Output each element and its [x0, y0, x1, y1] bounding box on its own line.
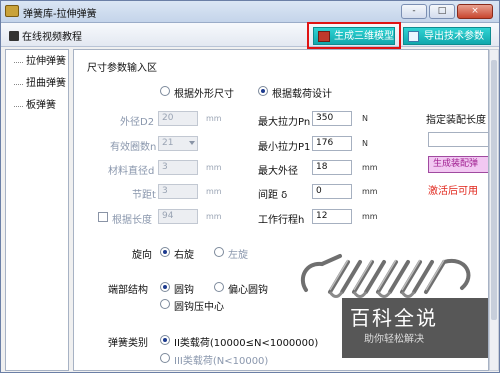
pitch-input[interactable]: 3 [158, 184, 198, 199]
generate-assembly-button[interactable]: 生成装配弹 [428, 156, 488, 173]
mode-shape-label: 根据外形尺寸 [174, 89, 234, 100]
export-icon [408, 31, 419, 42]
video-tutorial-label: 在线视频教程 [22, 32, 82, 43]
class-2-label: II类载荷(10000≤N<1000000) [174, 338, 319, 349]
video-tutorial-link[interactable]: 在线视频教程 [9, 28, 82, 43]
video-icon [9, 31, 19, 41]
rotation-left-radio[interactable] [214, 247, 224, 257]
sidebar-item-torsion-spring[interactable]: 扭曲弹簧 [6, 76, 68, 92]
vertical-scrollbar[interactable] [489, 49, 499, 371]
gap-unit: mm [362, 187, 378, 196]
wire-diameter-input[interactable]: 3 [158, 160, 198, 175]
wire-diameter-unit: mm [206, 163, 222, 172]
close-button[interactable]: × [457, 4, 493, 19]
class-3-label: III类载荷(N<10000) [174, 356, 269, 367]
sidebar-item-label: 扭曲弹簧 [26, 78, 66, 89]
sidebar: 拉伸弹簧 扭曲弹簧 板弹簧 [5, 49, 69, 371]
sidebar-item-label: 拉伸弹簧 [26, 56, 66, 67]
watermark-title: 百科全说 [350, 306, 438, 330]
coils-select[interactable]: 21 [158, 136, 198, 151]
title-bar: 弹簧库-拉伸弹簧 - □ × [1, 1, 499, 23]
stroke-input[interactable]: 12 [312, 209, 352, 224]
max-force-label: 最大拉力Pn [258, 117, 311, 128]
gap-input[interactable]: 0 [312, 184, 352, 199]
assembly-length-input[interactable] [428, 132, 488, 147]
max-force-unit: N [362, 114, 368, 123]
minimize-button[interactable]: - [401, 4, 427, 19]
stroke-label: 工作行程h [258, 215, 305, 226]
end-offset-hook-radio[interactable] [214, 282, 224, 292]
end-center-hook-radio[interactable] [160, 299, 170, 309]
rotation-label: 旋向 [132, 250, 152, 261]
by-length-input[interactable]: 94 [158, 209, 198, 224]
rotation-right-label: 右旋 [174, 250, 194, 261]
watermark: 百科全说 助你轻松解决 [342, 298, 488, 358]
highlight-box [307, 22, 401, 49]
min-force-input[interactable]: 176 [312, 136, 352, 151]
end-hook-radio[interactable] [160, 282, 170, 292]
end-center-hook-label: 圆钩压中心 [174, 302, 224, 313]
outer-diameter-unit: mm [206, 114, 222, 123]
gap-label: 间距 δ [258, 190, 288, 201]
by-length-label: 根据长度 [112, 215, 152, 226]
outer-diameter-input[interactable]: 20 [158, 111, 198, 126]
rotation-left-label: 左旋 [228, 250, 248, 261]
coils-label: 有效圈数n [110, 142, 157, 153]
min-force-label: 最小拉力P1 [258, 142, 311, 153]
by-length-unit: mm [206, 212, 222, 221]
rotation-right-radio[interactable] [160, 247, 170, 257]
parameter-panel: 尺寸参数输入区 根据外形尺寸 根据载荷设计 外径D2 20 mm 有效圈数n 2… [73, 49, 489, 371]
by-length-checkbox[interactable] [98, 212, 108, 222]
wire-diameter-label: 材料直径d [108, 166, 155, 177]
chevron-down-icon [189, 141, 195, 145]
max-outer-unit: mm [362, 163, 378, 172]
watermark-subtitle: 助你轻松解决 [364, 334, 424, 345]
max-force-input[interactable]: 350 [312, 111, 352, 126]
spring-class-label: 弹簧类别 [108, 338, 148, 349]
window-title: 弹簧库-拉伸弹簧 [23, 9, 97, 20]
min-force-unit: N [362, 139, 368, 148]
app-window: 弹簧库-拉伸弹簧 - □ × 在线视频教程 生成三维模型 导出技术参数 拉伸弹簧… [0, 0, 500, 373]
activate-note: 激活后可用 [428, 186, 478, 197]
sidebar-item-label: 板弹簧 [26, 100, 56, 111]
scrollbar-thumb[interactable] [491, 60, 497, 320]
export-params-button[interactable]: 导出技术参数 [403, 27, 491, 45]
assembly-length-label: 指定装配长度 [426, 115, 486, 126]
end-offset-hook-label: 偏心圆钩 [228, 285, 268, 296]
mode-load-radio[interactable] [258, 86, 268, 96]
class-2-radio[interactable] [160, 335, 170, 345]
sidebar-item-leaf-spring[interactable]: 板弹簧 [6, 98, 68, 114]
mode-load-label: 根据载荷设计 [272, 89, 332, 100]
export-params-label: 导出技术参数 [424, 31, 484, 42]
stroke-unit: mm [362, 212, 378, 221]
pitch-label: 节距t [132, 190, 156, 201]
max-outer-label: 最大外径 [258, 166, 298, 177]
sidebar-item-tension-spring[interactable]: 拉伸弹簧 [6, 54, 68, 70]
maximize-button[interactable]: □ [429, 4, 455, 19]
app-icon [5, 5, 19, 17]
max-outer-input[interactable]: 18 [312, 160, 352, 175]
section-title: 尺寸参数输入区 [87, 63, 157, 74]
class-3-radio[interactable] [160, 353, 170, 363]
mode-shape-radio[interactable] [160, 86, 170, 96]
end-structure-label: 端部结构 [108, 285, 148, 296]
pitch-unit: mm [206, 187, 222, 196]
outer-diameter-label: 外径D2 [120, 117, 155, 128]
coils-value: 21 [162, 138, 174, 148]
end-hook-label: 圆钩 [174, 285, 194, 296]
